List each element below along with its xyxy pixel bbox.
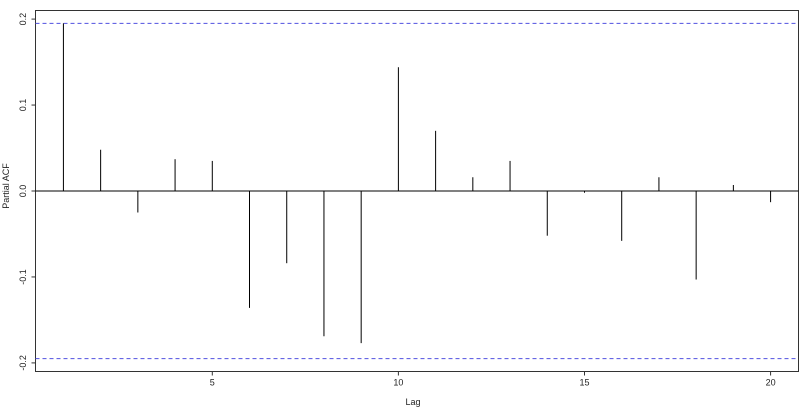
- y-tick-label: -0.1: [18, 269, 28, 285]
- x-tick-label: 15: [579, 378, 589, 388]
- x-tick-label: 20: [766, 378, 776, 388]
- x-axis: 5 10 15 20: [210, 371, 776, 388]
- y-axis: -0.2 -0.1 0.0 0.1 0.2: [18, 13, 36, 371]
- pacf-chart: -0.2 -0.1 0.0 0.1 0.2 5 10 15 20 Lag Partial AC…: [0, 0, 800, 409]
- y-axis-label: Partial ACF: [1, 163, 11, 209]
- pacf-bars: [62, 23, 772, 344]
- y-tick-label: 0.0: [18, 185, 28, 198]
- pacf-plot-svg: -0.2 -0.1 0.0 0.1 0.2 5 10 15 20 Lag Partial AC…: [1, 10, 799, 407]
- x-tick-label: 5: [210, 378, 215, 388]
- x-tick-label: 10: [393, 378, 403, 388]
- y-tick-label: 0.2: [18, 13, 28, 26]
- x-axis-label: Lag: [405, 397, 420, 407]
- y-tick-label: 0.1: [18, 99, 28, 112]
- y-tick-label: -0.2: [18, 355, 28, 371]
